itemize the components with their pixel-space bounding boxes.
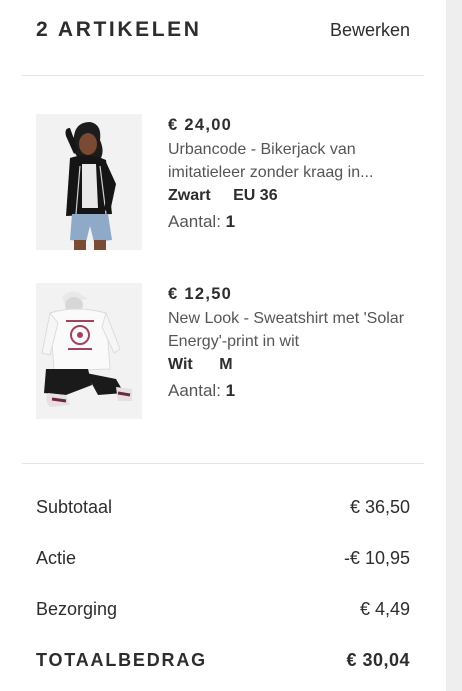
item-size: EU 36: [233, 187, 278, 204]
cart-item: € 12,50 New Look - Sweatshirt met 'Solar…: [36, 283, 416, 423]
discount-value: -€ 10,95: [343, 548, 410, 568]
item-name[interactable]: Urbancode - Bikerjack van imitatieleer z…: [168, 138, 408, 184]
quantity-value: 1: [225, 212, 236, 231]
divider: [22, 75, 424, 76]
item-variant: Zwart EU 36: [168, 185, 408, 207]
quantity-value: 1: [225, 381, 236, 400]
order-summary-panel: 2 ARTIKELEN Bewerken € 24,00 Urbancode -…: [0, 0, 446, 691]
item-price: € 12,50: [168, 285, 233, 303]
cart-item: € 24,00 Urbancode - Bikerjack van imitat…: [36, 114, 416, 254]
item-quantity: Aantal: 1: [168, 378, 408, 404]
item-size: M: [219, 356, 233, 373]
product-image[interactable]: [36, 114, 142, 250]
subtotal-row: Subtotaal € 36,50: [36, 497, 410, 521]
total-label: TOTAALBEDRAG: [36, 650, 207, 670]
total-row: TOTAALBEDRAG € 30,04: [36, 650, 410, 674]
quantity-label: Aantal:: [168, 212, 221, 231]
subtotal-value: € 36,50: [349, 497, 410, 517]
item-quantity: Aantal: 1: [168, 209, 408, 235]
order-header: 2 ARTIKELEN Bewerken: [36, 18, 410, 44]
item-info: € 12,50 New Look - Sweatshirt met 'Solar…: [168, 283, 408, 404]
item-variant: Wit M: [168, 354, 408, 376]
divider: [22, 463, 424, 464]
item-name[interactable]: New Look - Sweatshirt met 'Solar Energy'…: [168, 307, 408, 353]
discount-label: Actie: [36, 548, 77, 568]
item-count-title: 2 ARTIKELEN: [36, 18, 202, 41]
quantity-label: Aantal:: [168, 381, 221, 400]
subtotal-label: Subtotaal: [36, 497, 113, 517]
shipping-label: Bezorging: [36, 599, 118, 619]
discount-row: Actie -€ 10,95: [36, 548, 410, 572]
item-info: € 24,00 Urbancode - Bikerjack van imitat…: [168, 114, 408, 235]
item-color: Wit: [168, 356, 193, 373]
shipping-row: Bezorging € 4,49: [36, 599, 410, 623]
shipping-value: € 4,49: [359, 599, 410, 619]
product-image[interactable]: [36, 283, 142, 419]
total-value: € 30,04: [346, 650, 410, 670]
edit-button[interactable]: Bewerken: [330, 20, 410, 41]
item-color: Zwart: [168, 187, 211, 204]
item-price: € 24,00: [168, 116, 233, 134]
